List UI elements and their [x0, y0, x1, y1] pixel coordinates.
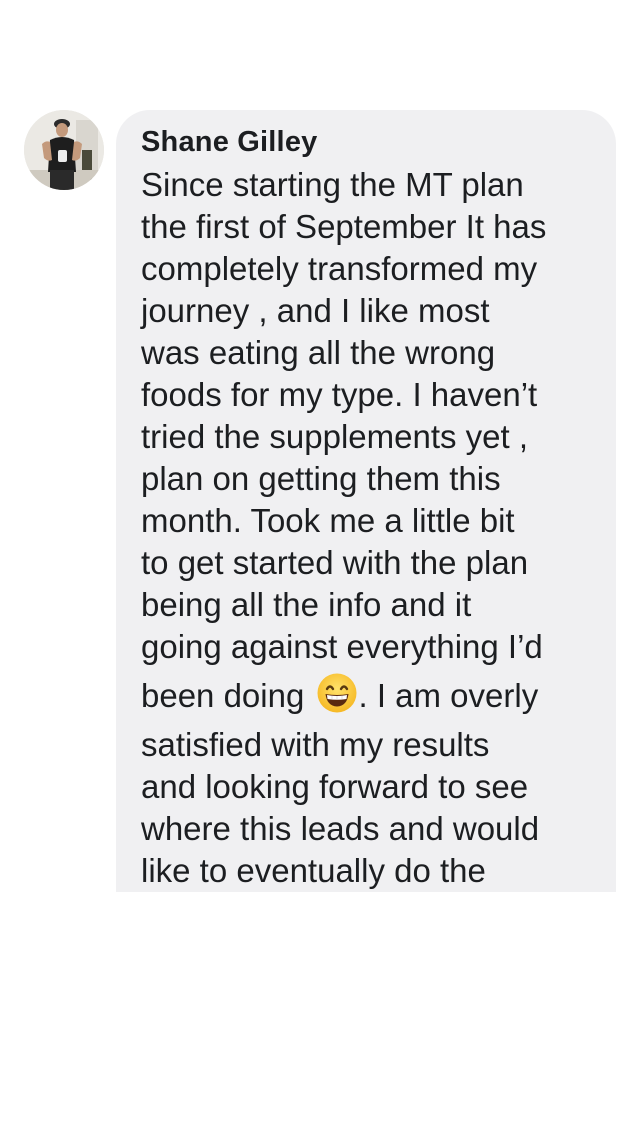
message-text-before-emoji: been doing [141, 677, 305, 714]
message-line: month. Took me a little bit [141, 502, 515, 539]
message-line: to get started with the plan [141, 544, 529, 581]
message-line: journey , and I like most [141, 292, 490, 329]
message-line: was eating all the wrong [141, 334, 496, 371]
message-line: where this leads and would [141, 810, 540, 847]
message-text-after-emoji: . I am overly [358, 677, 539, 714]
message-line: being all the info and it [141, 586, 472, 623]
comment-message-text: Since starting the MT plan the first of … [141, 164, 611, 892]
message-line: and looking forward to see [141, 768, 529, 805]
comment-author-name[interactable]: Shane Gilley [141, 126, 317, 159]
message-line-with-emoji: been doing . I am overly [141, 668, 611, 724]
message-line: the first of September It has [141, 208, 547, 245]
grinning-face-icon [316, 672, 358, 714]
message-line: completely transformed my [141, 250, 538, 287]
author-avatar[interactable] [24, 110, 104, 190]
message-line: satisfied with my results [141, 726, 490, 763]
message-line: Since starting the MT plan [141, 166, 524, 203]
comment-bubble[interactable]: Shane Gilley Since starting the MT plan … [116, 110, 616, 892]
message-line: foods for my type. I haven’t [141, 376, 538, 413]
message-line: plan on getting them this [141, 460, 501, 497]
message-line: going against everything I’d [141, 628, 543, 665]
message-line: like to eventually do the [141, 852, 486, 889]
message-line: tried the supplements yet , [141, 418, 529, 455]
profile-photo-icon [24, 110, 104, 190]
